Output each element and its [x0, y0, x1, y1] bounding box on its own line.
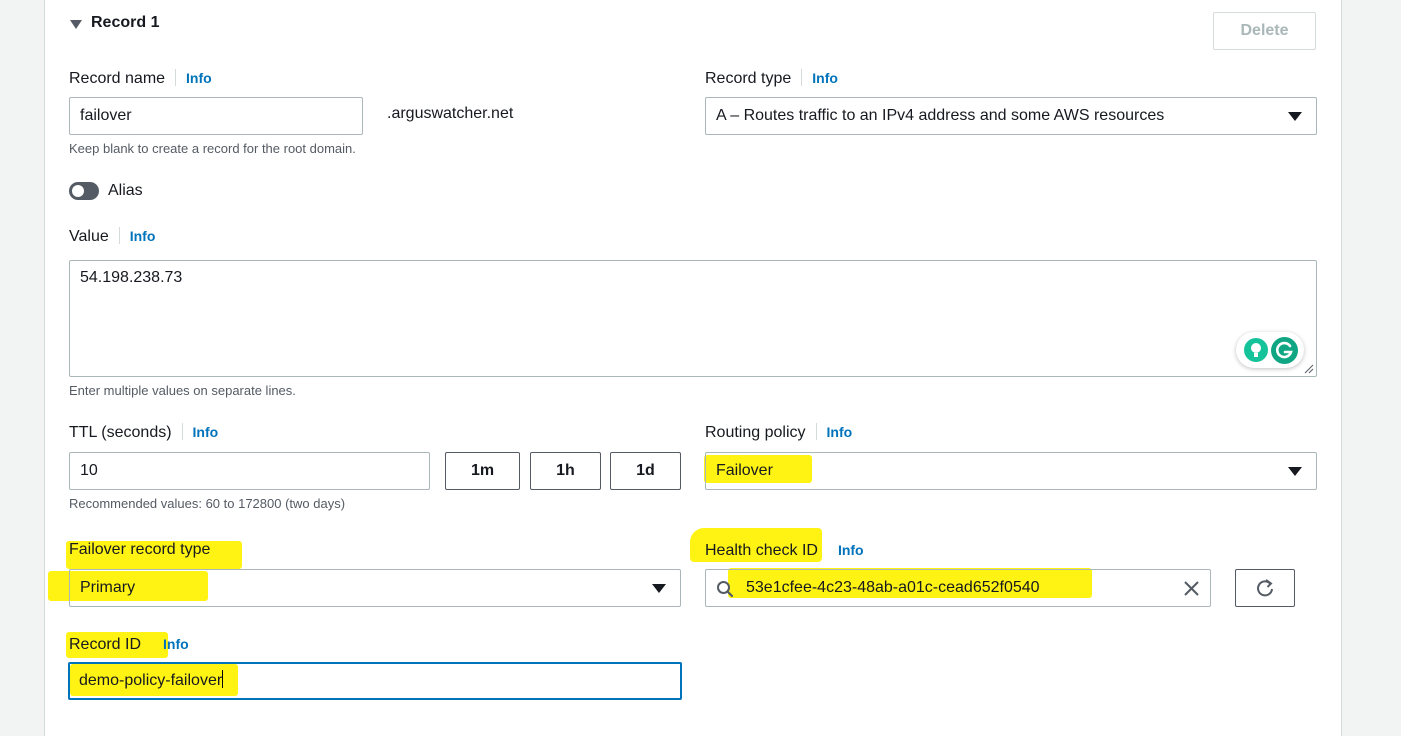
record-name-hint: Keep blank to create a record for the ro…: [69, 141, 356, 156]
separator: [118, 227, 120, 244]
health-check-label: Health check ID: [705, 542, 818, 559]
record-name-label: Record name: [69, 70, 166, 87]
value-textarea[interactable]: 54.198.238.73: [69, 260, 1317, 377]
routing-policy-select[interactable]: Failover: [705, 452, 1317, 490]
record-id-label: Record ID: [69, 636, 142, 653]
value-label-row: Value Info: [69, 226, 155, 247]
grammarly-bulb-icon[interactable]: [1244, 338, 1268, 362]
record-id-info-link[interactable]: Info: [163, 636, 189, 652]
record-id-value: demo-policy-failover: [79, 672, 223, 689]
dropdown-arrow-icon: [1288, 112, 1302, 121]
grammarly-logo-icon[interactable]: [1271, 337, 1298, 364]
grammarly-widget[interactable]: [1236, 332, 1304, 368]
delete-button[interactable]: Delete: [1213, 12, 1316, 50]
collapse-caret-icon[interactable]: [70, 20, 82, 29]
health-check-input[interactable]: 53e1cfee-4c23-48ab-a01c-cead652f0540: [705, 569, 1211, 607]
value-hint: Enter multiple values on separate lines.: [69, 383, 296, 398]
separator: [181, 423, 183, 440]
record-name-input[interactable]: failover: [69, 97, 363, 135]
routing-policy-label: Routing policy: [705, 424, 806, 441]
failover-type-label: Failover record type: [69, 541, 211, 558]
health-check-info-link[interactable]: Info: [838, 542, 864, 558]
search-icon: [717, 581, 734, 598]
domain-suffix: .arguswatcher.net: [387, 105, 514, 122]
separator: [801, 69, 803, 86]
ttl-label: TTL (seconds): [69, 424, 172, 441]
value-label: Value: [69, 228, 109, 245]
record-type-label-row: Record type Info: [705, 68, 838, 89]
dropdown-arrow-icon: [1288, 467, 1302, 476]
dropdown-arrow-icon: [652, 584, 666, 593]
routing-policy-info-link[interactable]: Info: [827, 424, 853, 440]
ttl-info-link[interactable]: Info: [193, 424, 219, 440]
ttl-1d-button[interactable]: 1d: [610, 452, 681, 490]
ttl-label-row: TTL (seconds) Info: [69, 422, 218, 443]
separator: [815, 423, 817, 440]
record-title: Record 1: [91, 14, 160, 31]
routing-policy-label-row: Routing policy Info: [705, 422, 852, 443]
health-check-label-row: Health check ID Info: [705, 540, 864, 561]
record-type-select[interactable]: A – Routes traffic to an IPv4 address an…: [705, 97, 1317, 135]
routing-policy-selected: Failover: [716, 462, 773, 479]
health-check-value: 53e1cfee-4c23-48ab-a01c-cead652f0540: [746, 579, 1040, 596]
text-cursor: [222, 670, 224, 688]
failover-type-selected: Primary: [80, 579, 136, 596]
record-type-selected: A – Routes traffic to an IPv4 address an…: [716, 107, 1165, 124]
record-name-info-link[interactable]: Info: [186, 70, 212, 86]
record-type-label: Record type: [705, 70, 792, 87]
ttl-1h-button[interactable]: 1h: [530, 452, 601, 490]
alias-label: Alias: [108, 182, 143, 199]
refresh-icon: [1257, 579, 1273, 597]
value-text: 54.198.238.73: [80, 269, 183, 286]
clear-icon[interactable]: [1183, 580, 1200, 597]
ttl-1m-button[interactable]: 1m: [445, 452, 520, 490]
refresh-button[interactable]: [1235, 569, 1295, 607]
alias-toggle[interactable]: [69, 182, 99, 200]
record-id-input[interactable]: demo-policy-failover: [68, 662, 682, 700]
failover-type-select[interactable]: Primary: [69, 569, 681, 607]
ttl-input[interactable]: 10: [69, 452, 430, 490]
record-name-label-row: Record name Info: [69, 68, 212, 89]
value-info-link[interactable]: Info: [130, 228, 156, 244]
record-id-label-row: Record ID Info: [69, 634, 189, 655]
toggle-knob: [72, 185, 84, 197]
ttl-hint: Recommended values: 60 to 172800 (two da…: [69, 496, 346, 511]
separator: [175, 69, 177, 86]
resize-grip-icon[interactable]: [1304, 364, 1314, 374]
record-type-info-link[interactable]: Info: [812, 70, 838, 86]
